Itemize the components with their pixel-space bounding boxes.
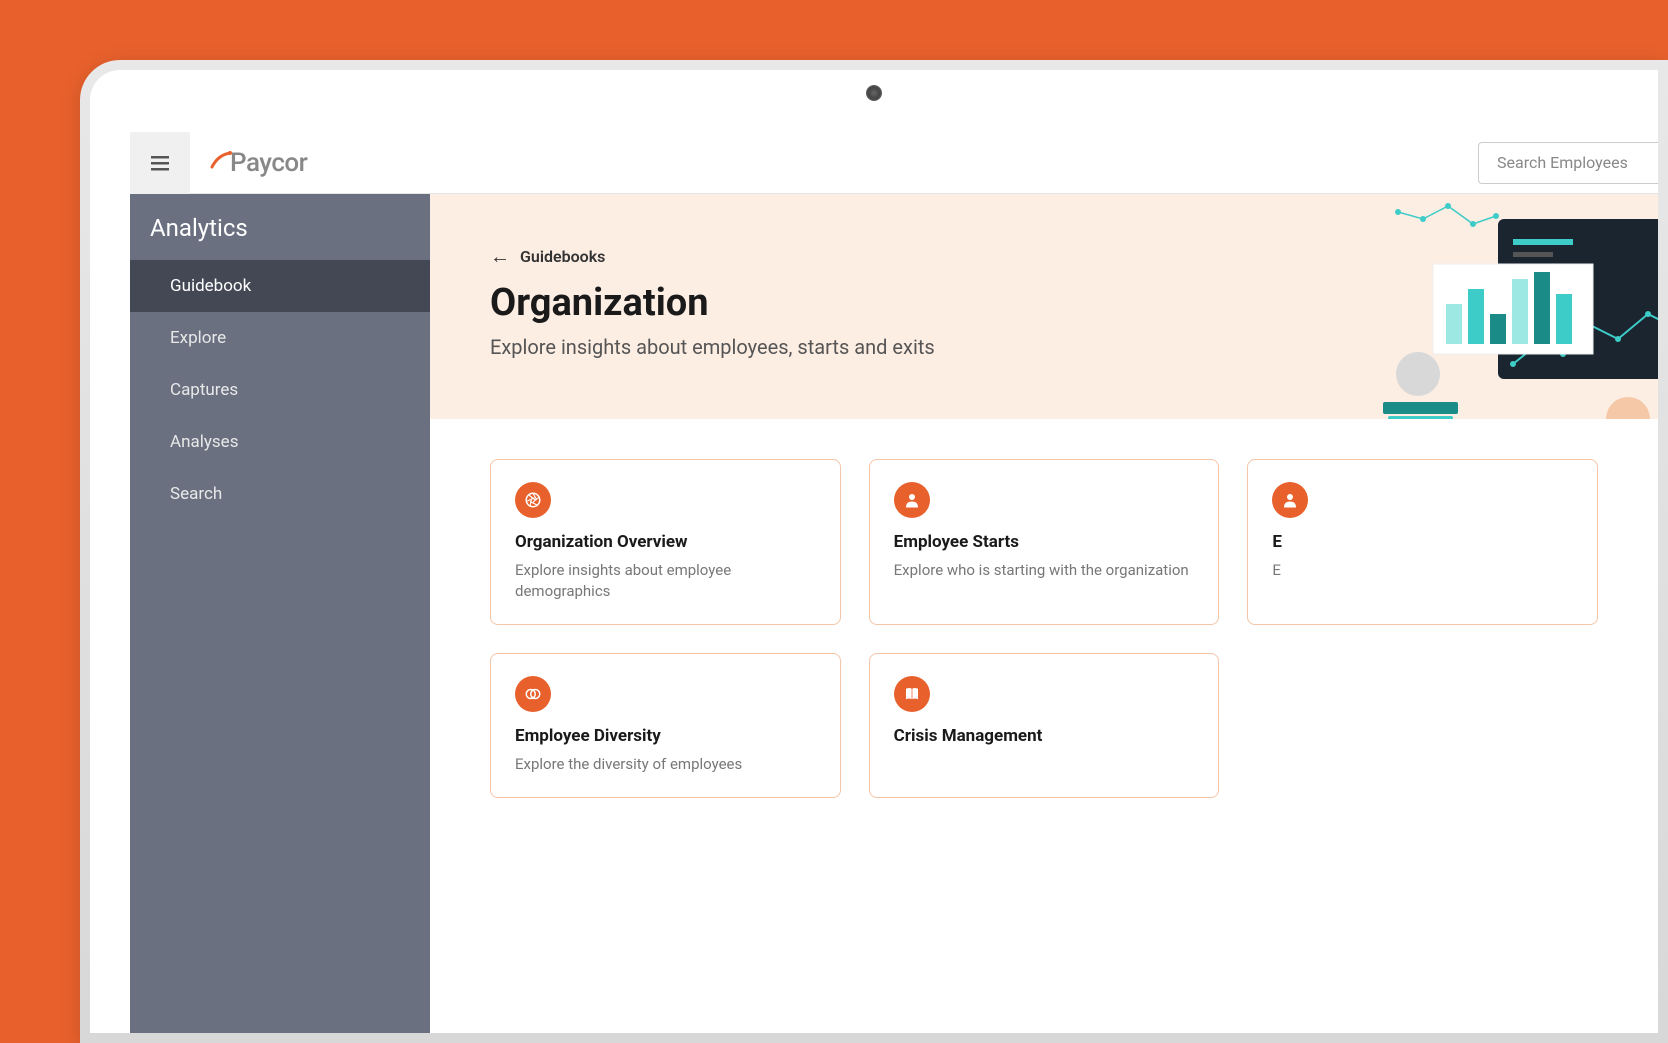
card-partial-e[interactable]: E E [1247, 459, 1598, 625]
sidebar-item-guidebook[interactable]: Guidebook [130, 260, 430, 312]
sidebar-item-explore[interactable]: Explore [130, 312, 430, 364]
content-area: ← Guidebooks Organization Explore insigh… [430, 194, 1658, 1033]
card-employee-starts[interactable]: Employee Starts Explore who is starting … [869, 459, 1220, 625]
sidebar-item-label: Analyses [170, 432, 238, 452]
logo-area: Paycor [190, 148, 327, 178]
hero-section: ← Guidebooks Organization Explore insigh… [430, 194, 1658, 419]
sidebar-item-label: Guidebook [170, 276, 251, 296]
app-container: Paycor Analytics Guidebook Explore [130, 132, 1658, 1033]
card-organization-overview[interactable]: Organization Overview Explore insights a… [490, 459, 841, 625]
card-employee-diversity[interactable]: Employee Diversity Explore the diversity… [490, 653, 841, 798]
aperture-icon [515, 482, 551, 518]
sidebar-item-label: Search [170, 484, 222, 504]
sidebar: Analytics Guidebook Explore Captures Ana… [130, 194, 430, 1033]
search-box [1478, 142, 1658, 184]
main-layout: Analytics Guidebook Explore Captures Ana… [130, 194, 1658, 1033]
sidebar-item-captures[interactable]: Captures [130, 364, 430, 416]
page-subtitle: Explore insights about employees, starts… [490, 335, 1598, 359]
breadcrumb-text: Guidebooks [520, 247, 605, 266]
hamburger-icon [148, 151, 172, 175]
device-frame: Paycor Analytics Guidebook Explore [80, 60, 1668, 1043]
card-desc: Explore insights about employee demograp… [515, 560, 816, 602]
sidebar-item-label: Captures [170, 380, 238, 400]
book-icon [894, 676, 930, 712]
person-icon [894, 482, 930, 518]
card-desc: Explore the diversity of employees [515, 754, 816, 775]
logo-text: Paycor [230, 148, 307, 178]
card-title: Organization Overview [515, 532, 816, 552]
sidebar-item-search[interactable]: Search [130, 468, 430, 520]
overlap-icon [515, 676, 551, 712]
paycor-logo[interactable]: Paycor [210, 148, 307, 178]
card-desc: Explore who is starting with the organiz… [894, 560, 1195, 581]
device-screen: Paycor Analytics Guidebook Explore [90, 70, 1658, 1033]
hamburger-menu-button[interactable] [130, 132, 190, 194]
back-arrow-icon: ← [490, 244, 510, 269]
device-camera-icon [866, 85, 882, 101]
top-header: Paycor [130, 132, 1658, 194]
card-title: Employee Starts [894, 532, 1195, 552]
cards-grid: Organization Overview Explore insights a… [430, 419, 1658, 838]
sidebar-item-analyses[interactable]: Analyses [130, 416, 430, 468]
card-title: Crisis Management [894, 726, 1195, 746]
card-title: E [1272, 532, 1573, 552]
card-crisis-management[interactable]: Crisis Management [869, 653, 1220, 798]
sidebar-title: Analytics [130, 194, 430, 260]
page-title: Organization [490, 281, 1598, 325]
card-title: Employee Diversity [515, 726, 816, 746]
breadcrumb[interactable]: ← Guidebooks [490, 244, 1598, 269]
card-desc: E [1272, 560, 1573, 581]
person-icon [1272, 482, 1308, 518]
sidebar-item-label: Explore [170, 328, 226, 348]
search-employees-input[interactable] [1478, 142, 1658, 184]
paycor-swoosh-icon [210, 148, 232, 178]
